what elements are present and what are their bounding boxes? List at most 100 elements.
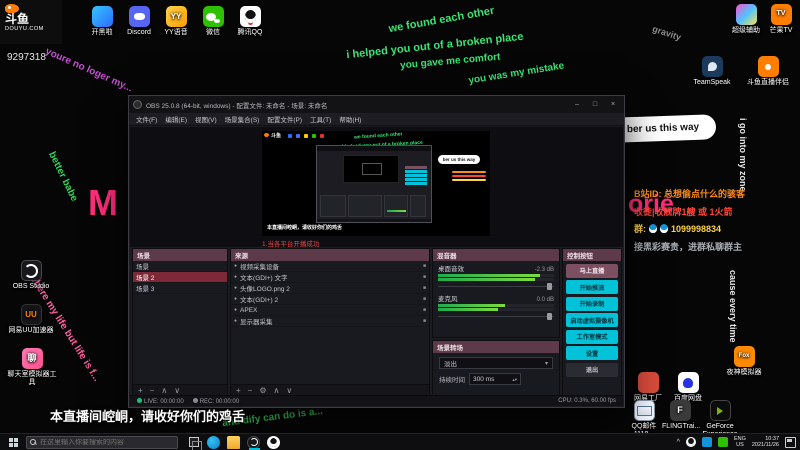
- file-explorer-icon[interactable]: [227, 435, 240, 449]
- virtual-camera-button[interactable]: 启动虚拟摄像机: [566, 313, 618, 327]
- preview-mini-icon: [304, 134, 308, 138]
- desktop-icon-fox[interactable]: Fox 夜神模拟器: [722, 346, 766, 377]
- taskbar-search[interactable]: [26, 435, 178, 449]
- desktop-icon-obs[interactable]: OBS Studio: [6, 260, 56, 291]
- tray-qq-icon[interactable]: [685, 437, 696, 447]
- search-input[interactable]: [40, 438, 172, 446]
- netease-factory-icon: [637, 372, 659, 393]
- qq-taskbar-icon[interactable]: [267, 435, 280, 449]
- visibility-eye-icon[interactable]: ●: [234, 307, 237, 313]
- scenes-dock-header: 场景: [133, 249, 227, 261]
- add-scene-button[interactable]: +: [138, 385, 143, 396]
- desktop-icon-chatroom[interactable]: 聊 聊天室模拟器工具: [6, 348, 58, 387]
- menu-profile[interactable]: 配置文件(P): [263, 114, 306, 124]
- menu-scene-collection[interactable]: 场景集合(S): [221, 114, 264, 124]
- lock-icon[interactable]: ■: [423, 296, 426, 302]
- remove-scene-button[interactable]: −: [150, 385, 155, 396]
- lock-icon[interactable]: ■: [423, 274, 426, 280]
- go-live-button[interactable]: 马上直播: [566, 263, 618, 278]
- source-properties-gear-icon[interactable]: ⚙: [259, 385, 266, 396]
- source-down-button[interactable]: ∨: [286, 385, 292, 396]
- duration-spinner[interactable]: 300 ms ▴▾: [469, 373, 521, 385]
- menu-edit[interactable]: 编辑(E): [161, 114, 191, 124]
- remove-source-button[interactable]: −: [248, 385, 253, 396]
- visibility-eye-icon[interactable]: ●: [234, 296, 237, 302]
- desktop-icon-qq[interactable]: 腾讯QQ: [228, 6, 272, 37]
- icon-label: OBS Studio: [12, 283, 50, 290]
- exit-button[interactable]: 退出: [566, 362, 618, 377]
- mango-tv-icon: TV: [770, 4, 792, 25]
- obs-app-icon: [133, 100, 142, 109]
- desktop-icon-mango[interactable]: TV 芒果TV: [764, 4, 798, 35]
- tray-expand-caret-icon[interactable]: ^: [677, 439, 680, 446]
- menu-file[interactable]: 文件(F): [132, 114, 161, 124]
- tray-green-app-icon[interactable]: [717, 437, 728, 447]
- source-up-button[interactable]: ∧: [274, 385, 280, 396]
- source-row[interactable]: ● 头像LOGO.png 2 ■: [231, 283, 429, 294]
- speech-bubble: ber us this way: [609, 114, 717, 143]
- tray-blue-app-icon[interactable]: [701, 437, 712, 447]
- volume-slider[interactable]: [438, 283, 554, 290]
- controls-dock-header: 控制按钮: [563, 249, 621, 261]
- icon-label: 夜神模拟器: [726, 369, 762, 376]
- transition-select[interactable]: 淡出 ▾: [439, 357, 553, 369]
- lock-icon[interactable]: ■: [423, 307, 426, 313]
- menu-view[interactable]: 视图(V): [191, 114, 221, 124]
- studio-mode-button[interactable]: 工作室模式: [566, 329, 618, 344]
- desktop-icon-uu[interactable]: UU 网易UU加速器: [6, 304, 56, 335]
- volume-slider[interactable]: [438, 313, 554, 320]
- desktop-icon-baidu[interactable]: 百度网盘: [668, 372, 708, 403]
- desktop-icon-fling[interactable]: F FLINGTrai...: [662, 400, 700, 431]
- settings-button[interactable]: 设置: [566, 346, 618, 360]
- source-row[interactable]: ● 文本(GDI+) 文字 ■: [231, 272, 429, 283]
- start-streaming-button[interactable]: 开始推流: [566, 280, 618, 294]
- menu-help[interactable]: 帮助(H): [335, 114, 365, 124]
- preview-subtitle: 本直播间崆峒，请收好你们的鸡舌: [267, 225, 343, 231]
- visibility-eye-icon[interactable]: ●: [234, 285, 237, 291]
- lyric-text: cause every time: [728, 270, 738, 343]
- lock-icon[interactable]: ■: [423, 318, 426, 324]
- source-row[interactable]: ● 视频采集设备 ■: [231, 261, 429, 272]
- mixer-channel-mic: 麦克风 0.0 dB: [433, 291, 559, 321]
- channel-name: 麦克风: [438, 296, 458, 303]
- source-row[interactable]: ● 文本(GDI+) 2 ■: [231, 294, 429, 305]
- start-recording-button[interactable]: 开始录制: [566, 296, 618, 311]
- scene-row[interactable]: 场景 3: [133, 283, 227, 294]
- close-button[interactable]: ×: [606, 96, 620, 113]
- scene-row[interactable]: 场景: [133, 261, 227, 272]
- desktop-icon-teamspeak[interactable]: TeamSpeak: [688, 56, 736, 87]
- desktop-icon-douyu-banlv[interactable]: 斗鱼直播伴侣: [740, 56, 796, 87]
- volume-meter: [438, 278, 554, 281]
- start-button[interactable]: [0, 434, 26, 450]
- scene-up-button[interactable]: ∧: [161, 385, 167, 396]
- visibility-eye-icon[interactable]: ●: [234, 274, 237, 280]
- scene-row-selected[interactable]: 场景 2: [133, 272, 227, 283]
- menu-tools[interactable]: 工具(T): [306, 114, 335, 124]
- desktop-icon-super[interactable]: 超级辅助: [726, 4, 766, 35]
- lock-icon[interactable]: ■: [423, 263, 426, 269]
- visibility-eye-icon[interactable]: ●: [234, 263, 237, 269]
- taskbar-clock[interactable]: 10:37 2021/11/26: [752, 436, 779, 449]
- language-indicator[interactable]: ENG US: [734, 436, 746, 449]
- source-row[interactable]: ● 显示器采集 ■: [231, 316, 429, 327]
- minimize-button[interactable]: –: [570, 96, 584, 113]
- add-source-button[interactable]: +: [236, 385, 241, 396]
- source-row[interactable]: ● APEX ■: [231, 305, 429, 316]
- preview-mini-icon: [320, 134, 324, 138]
- obs-titlebar[interactable]: OBS 25.0.8 (64-bit, windows) - 配置文件: 未命名…: [129, 96, 624, 113]
- uu-booster-icon: UU: [20, 304, 42, 325]
- visibility-eye-icon[interactable]: ●: [234, 318, 237, 324]
- preview-speech-bubble: ber us this way: [438, 155, 480, 164]
- obs-preview-canvas[interactable]: 斗鱼 we found each other i helped you out …: [262, 131, 490, 236]
- douyu-logo-domain: DOUYU.COM: [5, 26, 44, 32]
- maximize-button[interactable]: □: [588, 96, 602, 113]
- obs-taskbar-icon[interactable]: [247, 435, 260, 450]
- bilibili-id-text: B站ID: 总想偷点什么的骇客: [634, 189, 745, 199]
- action-center-icon[interactable]: [785, 436, 796, 448]
- lock-icon[interactable]: ■: [423, 285, 426, 291]
- edge-browser-icon[interactable]: [207, 435, 220, 449]
- task-view-button[interactable]: [187, 436, 202, 450]
- desktop-icon-factory[interactable]: 网易工厂: [628, 372, 668, 403]
- preview-info-bar: [452, 179, 486, 181]
- scene-down-button[interactable]: ∨: [174, 385, 180, 396]
